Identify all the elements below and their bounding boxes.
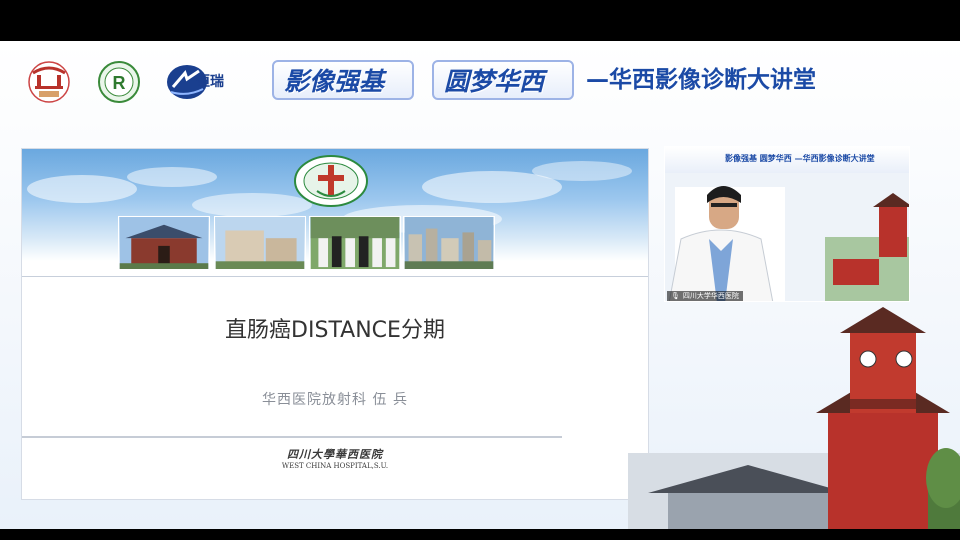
presentation-slide: 直肠癌DISTANCE分期 华西医院放射科 伍 兵 四川大學華西医院 WEST … xyxy=(21,148,649,500)
speaker-webcam: 影像强基 圆梦华西 —华西影像诊断大讲堂 🎙 四川大学华西医院 xyxy=(664,146,910,302)
hospital-building-photo xyxy=(214,216,306,270)
letterbox-top xyxy=(0,0,960,41)
radiology-society-logo: R xyxy=(98,61,140,103)
slide-footer-hospital-name: 四川大學華西医院 xyxy=(287,448,383,461)
svg-text:R: R xyxy=(113,73,126,93)
city-aerial-photo xyxy=(403,216,495,270)
presentation-stage: R 恒瑞 影像强基 圆梦华西 —华西影像诊断大讲堂 直肠癌DISTANCE分期 … xyxy=(0,41,960,529)
slide-footer-divider xyxy=(22,436,562,438)
slide-subtitle: 华西医院放射科 伍 兵 xyxy=(262,392,408,408)
staff-group-photo xyxy=(309,216,401,270)
webcam-name-label: 🎙 四川大学华西医院 xyxy=(667,291,743,301)
webcam-label-text: 四川大学华西医院 xyxy=(682,292,739,300)
west-china-hospital-logo xyxy=(28,61,70,103)
slide-footer-hospital-name-en: WEST CHINA HOSPITAL,S.U. xyxy=(281,462,389,470)
webcam-banner-text: 影像强基 圆梦华西 —华西影像诊断大讲堂 xyxy=(725,154,875,163)
clock-tower-building xyxy=(628,307,960,529)
slide-title: 直肠癌DISTANCE分期 xyxy=(225,318,445,343)
slide-header-divider xyxy=(22,276,648,277)
banner-tag-imaging: 影像强基 xyxy=(272,60,414,100)
banner-tag-dream: 圆梦华西 xyxy=(432,60,574,100)
banner-title: —华西影像诊断大讲堂 xyxy=(586,67,816,93)
campus-gate-photo xyxy=(118,216,210,270)
hengrui-logo-text: 恒瑞 xyxy=(196,74,224,90)
letterbox-bottom xyxy=(0,529,960,540)
hospital-emblem xyxy=(294,155,368,207)
microphone-icon: 🎙 xyxy=(671,292,680,300)
webcam-banner: 影像强基 圆梦华西 —华西影像诊断大讲堂 xyxy=(665,147,909,173)
